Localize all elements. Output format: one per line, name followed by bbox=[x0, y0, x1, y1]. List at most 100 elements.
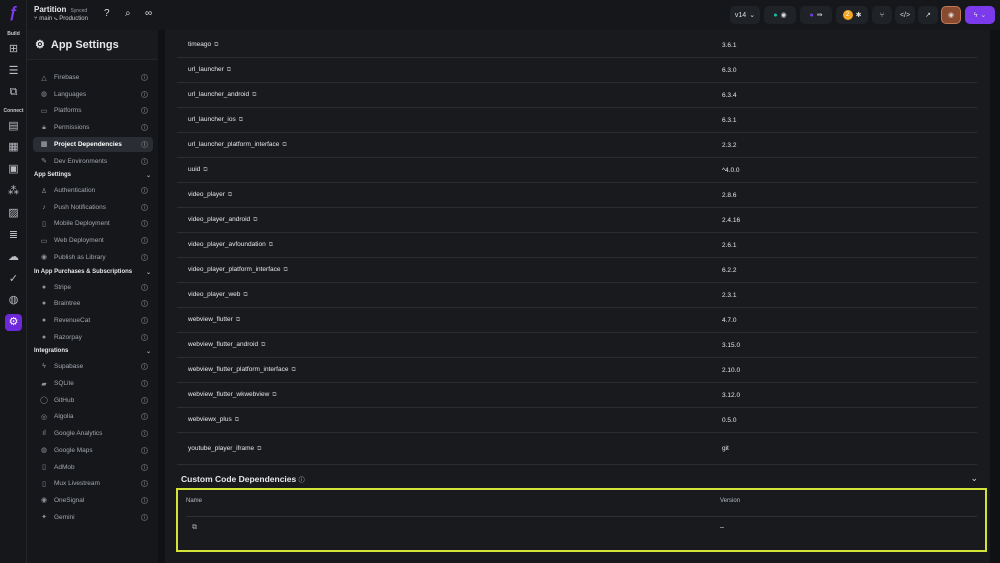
assets-icon[interactable]: ▣ bbox=[5, 161, 22, 178]
sidebar-item-stripe[interactable]: ● Stripe i bbox=[33, 280, 153, 295]
sidebar-item-platforms[interactable]: ▭ Platforms i bbox=[33, 103, 153, 118]
external-link-icon[interactable]: ⧉ bbox=[269, 242, 273, 248]
info-icon[interactable]: i bbox=[141, 90, 148, 98]
external-link-icon[interactable]: ⧉ bbox=[214, 42, 218, 48]
info-icon[interactable]: i bbox=[141, 237, 148, 245]
info-icon[interactable]: i bbox=[141, 480, 148, 488]
info-icon[interactable]: i bbox=[141, 107, 148, 115]
help-icon[interactable]: ? bbox=[104, 8, 110, 19]
open-external-button[interactable]: ↗ bbox=[918, 6, 938, 24]
external-link-icon[interactable]: ⧉ bbox=[236, 317, 240, 323]
external-link-icon[interactable]: ⧉ bbox=[284, 267, 288, 273]
search-icon[interactable]: ⌕ bbox=[125, 8, 131, 19]
info-icon[interactable]: i bbox=[141, 316, 148, 324]
sidebar-group-header[interactable]: In App Purchases & Subscriptions ⌄ bbox=[34, 269, 154, 276]
sidebar-item-firebase[interactable]: △ Firebase i bbox=[33, 70, 153, 85]
external-link-icon[interactable]: ⧉ bbox=[203, 167, 207, 173]
version-dropdown[interactable]: v14 ⌄ bbox=[730, 6, 760, 24]
components-icon[interactable]: ⁂ bbox=[5, 183, 22, 200]
deploy-button[interactable]: ● ⇛ bbox=[800, 6, 832, 24]
custom-code-icon[interactable]: ≣ bbox=[5, 227, 22, 244]
sidebar-item-algolia[interactable]: ◎ Algolia i bbox=[33, 409, 153, 424]
external-link-icon[interactable]: ⧉ bbox=[243, 292, 247, 298]
info-icon[interactable]: i bbox=[141, 446, 148, 454]
branching-button[interactable]: ⑂ bbox=[872, 6, 892, 24]
sidebar-item-razorpay[interactable]: ● Razorpay i bbox=[33, 330, 153, 345]
collapse-chevron-icon[interactable]: ⌄ bbox=[970, 473, 978, 484]
external-link-icon[interactable]: ⧉ bbox=[272, 392, 276, 398]
sidebar-item-sqlite[interactable]: ▰ SQLite i bbox=[33, 376, 153, 391]
external-link-icon[interactable]: ⧉ bbox=[261, 342, 265, 348]
sidebar-item-github[interactable]: ◯ GitHub i bbox=[33, 393, 153, 408]
sidebar-group-header[interactable]: App Settings ⌄ bbox=[34, 172, 154, 179]
sidebar-item-languages[interactable]: ◍ Languages i bbox=[33, 87, 153, 102]
info-icon[interactable]: i bbox=[141, 187, 148, 194]
sidebar-item-authentication[interactable]: ♙ Authentication i bbox=[33, 183, 153, 198]
info-icon[interactable]: i bbox=[141, 380, 148, 387]
info-icon[interactable]: i bbox=[141, 74, 148, 81]
external-link-icon[interactable]: ⧉ bbox=[253, 217, 257, 223]
theme-icon[interactable]: ◍ bbox=[5, 292, 22, 309]
sidebar-item-gemini[interactable]: ✦ Gemini i bbox=[33, 510, 153, 525]
external-link-icon[interactable]: ⧉ bbox=[228, 192, 232, 198]
sidebar-item-mux-livestream[interactable]: ▯ Mux Livestream i bbox=[33, 476, 153, 491]
info-icon[interactable]: i bbox=[141, 513, 148, 521]
sidebar-item-braintree[interactable]: ● Braintree i bbox=[33, 296, 153, 311]
sidebar-item-mobile-deployment[interactable]: ▯ Mobile Deployment i bbox=[33, 216, 153, 231]
storyboard-icon[interactable]: ⧉ bbox=[5, 84, 22, 101]
external-link-icon[interactable]: ⧉ bbox=[192, 524, 197, 532]
info-icon[interactable]: i bbox=[141, 496, 148, 504]
info-icon[interactable]: i bbox=[141, 300, 148, 308]
settings-icon[interactable]: ⚙ bbox=[5, 314, 22, 331]
info-icon[interactable]: i bbox=[141, 140, 148, 148]
info-icon[interactable]: i bbox=[141, 413, 148, 421]
sidebar-item-web-deployment[interactable]: ▭ Web Deployment i bbox=[33, 233, 153, 248]
issues-button[interactable]: 2 ✱ bbox=[836, 6, 868, 24]
external-link-icon[interactable]: ⧉ bbox=[282, 142, 286, 148]
sidebar-item-publish-as-library[interactable]: ◉ Publish as Library i bbox=[33, 250, 153, 265]
sidebar-item-permissions[interactable]: 🔒︎ Permissions i bbox=[33, 120, 153, 135]
sidebar-item-admob[interactable]: ▯ AdMob i bbox=[33, 460, 153, 475]
sidebar-group-header[interactable]: Integrations ⌄ bbox=[34, 348, 154, 355]
external-link-icon[interactable]: ⧉ bbox=[239, 117, 243, 123]
sidebar-item-push-notifications[interactable]: ♪ Push Notifications i bbox=[33, 200, 153, 215]
checks-button[interactable]: ● ◉ bbox=[764, 6, 796, 24]
info-icon[interactable]: i bbox=[141, 396, 148, 404]
flutterflow-logo[interactable]: ƒ bbox=[5, 4, 22, 24]
sidebar-item-supabase[interactable]: ϟ Supabase i bbox=[33, 359, 153, 374]
external-link-icon[interactable]: ⧉ bbox=[252, 92, 256, 98]
external-link-icon[interactable]: ⧉ bbox=[227, 67, 231, 73]
sidebar-item-dev-environments[interactable]: ✎ Dev Environments i bbox=[33, 154, 153, 169]
info-icon[interactable]: i bbox=[141, 283, 148, 291]
info-icon[interactable]: i bbox=[141, 124, 148, 132]
sidebar-item-google-analytics[interactable]: ıl Google Analytics i bbox=[33, 426, 153, 441]
info-icon[interactable]: i bbox=[141, 463, 148, 471]
cloud-icon[interactable]: ☁ bbox=[5, 249, 22, 266]
add-page-icon[interactable]: ⊞ bbox=[5, 41, 22, 58]
database-icon[interactable]: ▤ bbox=[5, 118, 22, 135]
run-button[interactable]: ϟ ⌄ bbox=[965, 6, 995, 24]
info-icon[interactable]: i bbox=[141, 430, 148, 438]
branch-info[interactable]: ⑂ main ✎ Production bbox=[34, 16, 88, 22]
info-icon[interactable]: i bbox=[141, 363, 148, 371]
link-icon[interactable]: ∞ bbox=[145, 8, 152, 19]
sidebar-item-onesignal[interactable]: ◉ OneSignal i bbox=[33, 493, 153, 508]
info-icon[interactable]: i bbox=[141, 157, 148, 165]
external-link-icon[interactable]: ⧉ bbox=[257, 446, 261, 452]
info-icon[interactable]: ⓘ bbox=[299, 478, 305, 484]
info-icon[interactable]: i bbox=[141, 220, 148, 228]
preview-button[interactable]: ◉ bbox=[941, 6, 961, 24]
info-icon[interactable]: i bbox=[141, 253, 148, 261]
external-link-icon[interactable]: ⧉ bbox=[235, 417, 239, 423]
app-state-icon[interactable]: ▦ bbox=[5, 139, 22, 156]
sidebar-item-project-dependencies[interactable]: ▦ Project Dependencies i bbox=[33, 136, 153, 152]
sidebar-item-google-maps[interactable]: ◍ Google Maps i bbox=[33, 443, 153, 458]
tests-icon[interactable]: ✓ bbox=[5, 271, 22, 288]
info-icon[interactable]: i bbox=[141, 203, 148, 211]
info-icon[interactable]: i bbox=[141, 333, 148, 341]
widget-tree-icon[interactable]: ☰ bbox=[5, 63, 22, 80]
sidebar-item-revenuecat[interactable]: ● RevenueCat i bbox=[33, 313, 153, 328]
code-button[interactable]: </> bbox=[895, 6, 915, 24]
external-link-icon[interactable]: ⧉ bbox=[291, 367, 295, 373]
media-icon[interactable]: ▨ bbox=[5, 205, 22, 222]
